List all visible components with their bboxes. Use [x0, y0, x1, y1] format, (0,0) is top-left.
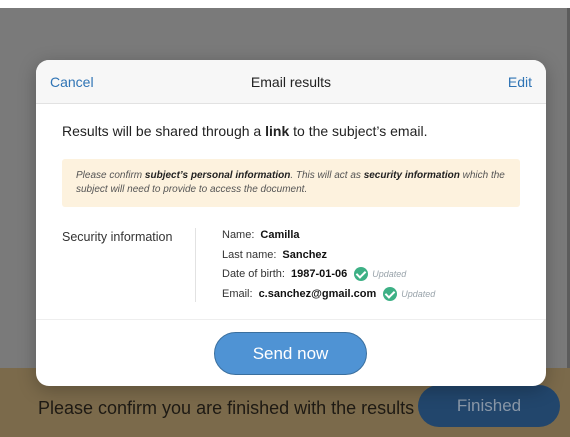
footer-divider [36, 319, 546, 320]
email-value: c.sanchez@gmail.com [258, 288, 377, 300]
modal-title: Email results [250, 74, 332, 90]
section-divider [195, 228, 196, 302]
modal-header: Cancel Email results Edit [36, 60, 546, 104]
email-updated-status: Updated [401, 289, 436, 299]
security-information-label: Security information [62, 230, 173, 244]
notice-emphasis: subject’s personal information [144, 170, 291, 181]
last-name-label: Last name: [222, 249, 277, 261]
confirmation-prompt: Please confirm you are finished with the… [38, 398, 415, 418]
confirmation-notice: Please confirm subject’s personal inform… [62, 159, 520, 207]
send-now-button[interactable]: Send now [214, 332, 367, 375]
intro-suffix: to the subject’s email. [289, 123, 428, 139]
check-circle-icon [383, 287, 398, 301]
finished-button[interactable]: Finished [418, 385, 560, 427]
email-row: Email: c.sanchez@gmail.com Updated [222, 287, 435, 301]
top-edge [0, 0, 570, 8]
intro-prefix: Results will be shared through a [62, 123, 266, 139]
screen: Please confirm you are finished with the… [0, 0, 570, 437]
notice-emphasis: security information [363, 170, 460, 181]
name-label: Name: [222, 229, 255, 241]
dob-updated-status: Updated [372, 269, 407, 279]
last-name-value: Sanchez [282, 249, 328, 261]
name-value: Camilla [260, 229, 300, 241]
notice-text: . This will act as [290, 170, 364, 181]
last-name-row: Last name: Sanchez [222, 249, 327, 261]
check-circle-icon [354, 267, 369, 281]
name-row: Name: Camilla [222, 229, 300, 241]
intro-link-word: link [265, 123, 290, 139]
dob-value: 1987-01-06 [290, 268, 348, 280]
email-results-modal: Cancel Email results Edit Results will b… [36, 60, 546, 386]
edit-button[interactable]: Edit [508, 74, 532, 90]
intro-text: Results will be shared through a link to… [62, 123, 428, 139]
dob-row: Date of birth: 1987-01-06 Updated [222, 267, 406, 281]
email-label: Email: [222, 288, 253, 300]
notice-text: Please confirm [76, 170, 145, 181]
dob-label: Date of birth: [222, 268, 285, 280]
